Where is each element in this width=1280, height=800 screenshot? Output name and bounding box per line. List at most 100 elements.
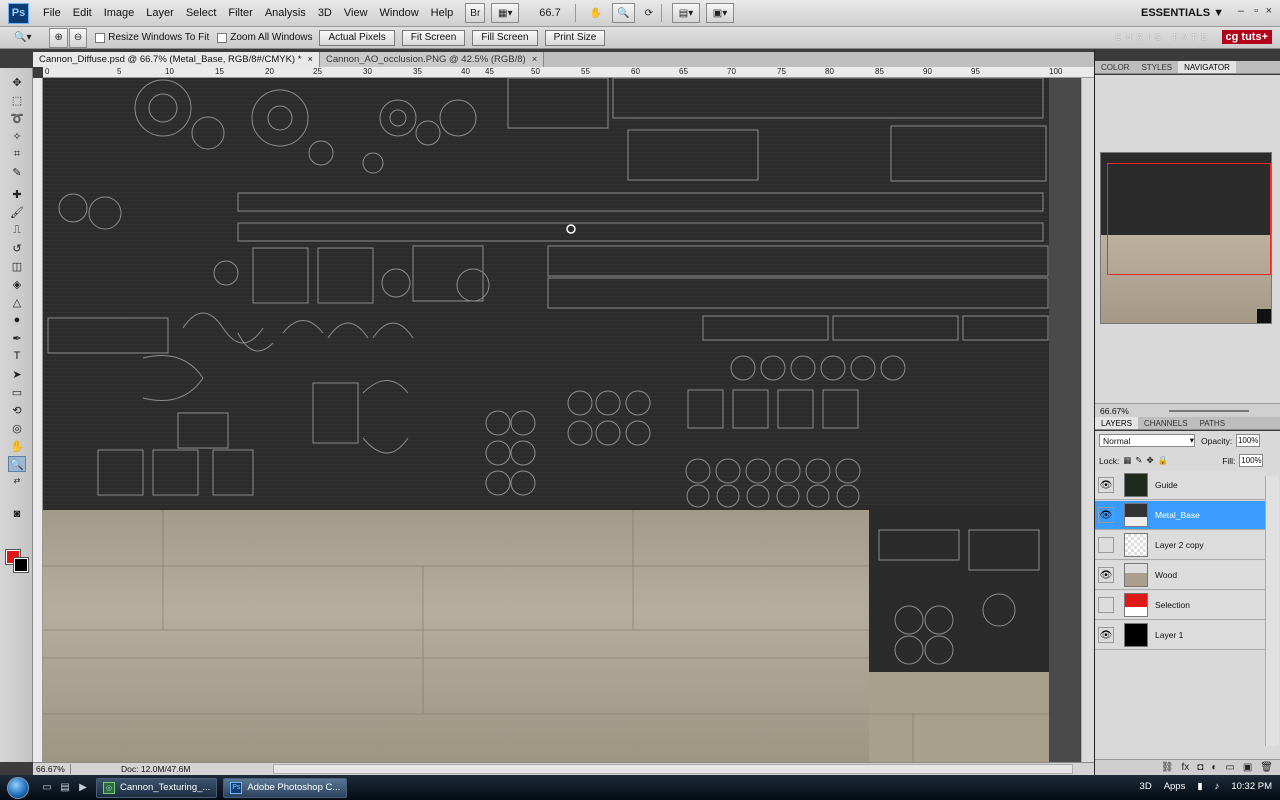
tab-layers[interactable]: LAYERS: [1095, 417, 1138, 429]
background-color-swatch[interactable]: [13, 557, 29, 573]
horizontal-scrollbar[interactable]: [273, 764, 1073, 774]
fill-screen-button[interactable]: Fill Screen: [472, 29, 538, 46]
visibility-eye-icon[interactable]: 👁: [1098, 627, 1114, 643]
layer-row-metal-base[interactable]: 👁 Metal_Base: [1095, 501, 1265, 530]
visibility-eye-icon[interactable]: 👁: [1098, 477, 1114, 493]
zoom-in-icon[interactable]: ⊕: [49, 27, 68, 48]
layer-name[interactable]: Layer 2 copy: [1155, 540, 1204, 550]
screen-mode-button[interactable]: ▣▾: [706, 3, 734, 23]
fit-screen-button[interactable]: Fit Screen: [401, 29, 466, 46]
start-button[interactable]: [0, 775, 36, 800]
print-size-button[interactable]: Print Size: [544, 29, 606, 46]
swap-colors-icon[interactable]: ⇄: [8, 472, 26, 488]
zoom-tool-preset-icon[interactable]: 🔍▾: [10, 28, 35, 48]
lock-transparency-icon[interactable]: ▦: [1123, 455, 1131, 466]
layer-row-selection[interactable]: Selection: [1095, 591, 1265, 620]
zoom-out-icon[interactable]: ⊖: [68, 27, 88, 48]
close-icon[interactable]: ×: [1266, 5, 1272, 17]
show-desktop-icon[interactable]: ▭: [40, 781, 54, 795]
vertical-scrollbar[interactable]: [1081, 78, 1094, 762]
tray-item-apps[interactable]: Apps: [1164, 781, 1186, 792]
adjustment-layer-icon[interactable]: ◐: [1211, 762, 1217, 773]
layer-row-layer-2-copy[interactable]: Layer 2 copy: [1095, 531, 1265, 560]
document-size-info[interactable]: Doc: 12.0M/47.6M: [121, 764, 190, 774]
layer-name[interactable]: Metal_Base: [1155, 510, 1200, 520]
tray-item-3d[interactable]: 3D: [1140, 781, 1152, 792]
blur-tool-icon[interactable]: △: [8, 294, 26, 310]
vertical-ruler[interactable]: [33, 78, 43, 762]
menu-view[interactable]: View: [338, 7, 374, 19]
quick-select-tool-icon[interactable]: ✧: [8, 128, 26, 144]
navigator-view-box[interactable]: [1107, 163, 1271, 275]
hand-tool-icon[interactable]: ✋: [8, 438, 26, 454]
blend-mode-select[interactable]: Normal ▾: [1099, 434, 1195, 447]
lasso-tool-icon[interactable]: ➰: [8, 110, 26, 126]
layer-name[interactable]: Guide: [1155, 480, 1178, 490]
quick-mask-icon[interactable]: ◙: [8, 506, 26, 522]
restore-icon[interactable]: ▫: [1254, 5, 1258, 17]
workspace-switcher[interactable]: ESSENTIALS ▼: [1141, 7, 1224, 19]
3d-orbit-tool-icon[interactable]: ◎: [8, 420, 26, 436]
pen-tool-icon[interactable]: ✒: [8, 330, 26, 346]
eyedropper-tool-icon[interactable]: ✎: [8, 164, 26, 180]
task-camtasia[interactable]: ◎ Cannon_Texturing_...: [96, 777, 218, 798]
brush-tool-icon[interactable]: 🖌: [8, 204, 26, 220]
zoom-tool-icon[interactable]: 🔍: [8, 456, 26, 472]
close-tab-icon[interactable]: ×: [532, 54, 538, 65]
tray-network-icon[interactable]: ▮: [1197, 781, 1202, 792]
crop-tool-icon[interactable]: ⌗: [8, 146, 26, 162]
clone-stamp-tool-icon[interactable]: ⎍: [8, 222, 26, 238]
tab-cannon-ao[interactable]: Cannon_AO_occlusion.PNG @ 42.5% (RGB/8) ×: [319, 52, 545, 67]
layer-mask-icon[interactable]: ◘: [1197, 762, 1203, 773]
3d-rotate-tool-icon[interactable]: ⟲: [8, 402, 26, 418]
layer-name[interactable]: Layer 1: [1155, 630, 1183, 640]
layers-scrollbar[interactable]: [1265, 476, 1279, 746]
horizontal-ruler[interactable]: 0 5 10 15 20 25 30 35 40 45 50 55 60 65 …: [43, 67, 1094, 78]
visibility-eye-icon[interactable]: 👁: [1098, 507, 1114, 523]
lock-position-icon[interactable]: ✥: [1146, 455, 1153, 466]
move-tool-icon[interactable]: ✥: [8, 74, 26, 90]
type-tool-icon[interactable]: T: [8, 348, 26, 364]
media-player-icon[interactable]: ▶: [76, 781, 90, 795]
navigator-zoom-field[interactable]: 66.67%: [1100, 406, 1129, 416]
view-extras-button[interactable]: ▦▾: [491, 3, 520, 23]
hand-tool-icon[interactable]: ✋: [586, 3, 606, 23]
tab-color[interactable]: COLOR: [1095, 61, 1135, 73]
history-brush-tool-icon[interactable]: ↺: [8, 240, 26, 256]
menu-layer[interactable]: Layer: [140, 7, 180, 19]
explorer-icon[interactable]: ▤: [58, 781, 72, 795]
fill-field[interactable]: 100%: [1239, 454, 1264, 467]
menu-select[interactable]: Select: [180, 7, 223, 19]
layer-row-layer-1[interactable]: 👁 Layer 1: [1095, 621, 1265, 650]
bridge-button[interactable]: Br: [465, 3, 486, 23]
minimize-icon[interactable]: –: [1238, 5, 1244, 17]
status-zoom-field[interactable]: 66.67%: [33, 764, 71, 774]
lock-image-icon[interactable]: ✎: [1135, 455, 1142, 466]
path-selection-tool-icon[interactable]: ➤: [8, 366, 26, 382]
arrange-documents-button[interactable]: ▤▾: [672, 3, 700, 23]
tab-styles[interactable]: STYLES: [1135, 61, 1178, 73]
zoom-all-windows-checkbox[interactable]: Zoom All Windows: [217, 32, 312, 43]
tab-channels[interactable]: CHANNELS: [1138, 417, 1194, 429]
close-tab-icon[interactable]: ×: [307, 54, 313, 65]
layer-name[interactable]: Selection: [1155, 600, 1190, 610]
zoom-level-display[interactable]: 66.7: [539, 7, 560, 19]
zoom-slider[interactable]: [1168, 409, 1249, 412]
new-layer-icon[interactable]: ▣: [1243, 762, 1252, 773]
tray-volume-icon[interactable]: ♪: [1215, 781, 1220, 792]
shape-tool-icon[interactable]: ▭: [8, 384, 26, 400]
layer-style-icon[interactable]: fx: [1182, 762, 1190, 773]
menu-image[interactable]: Image: [98, 7, 141, 19]
new-group-icon[interactable]: ▭: [1225, 762, 1234, 773]
visibility-eye-icon[interactable]: [1098, 537, 1114, 553]
delete-layer-icon[interactable]: 🗑: [1260, 762, 1273, 773]
layer-name[interactable]: Wood: [1155, 570, 1177, 580]
document-canvas[interactable]: [43, 78, 1049, 762]
paint-bucket-tool-icon[interactable]: ◈: [8, 276, 26, 292]
tab-paths[interactable]: PATHS: [1194, 417, 1231, 429]
navigator-thumbnail[interactable]: [1100, 152, 1272, 324]
dodge-tool-icon[interactable]: ●: [8, 312, 26, 328]
menu-edit[interactable]: Edit: [67, 7, 98, 19]
task-photoshop[interactable]: Ps Adobe Photoshop C...: [223, 777, 348, 798]
lock-all-icon[interactable]: 🔒: [1158, 455, 1169, 466]
